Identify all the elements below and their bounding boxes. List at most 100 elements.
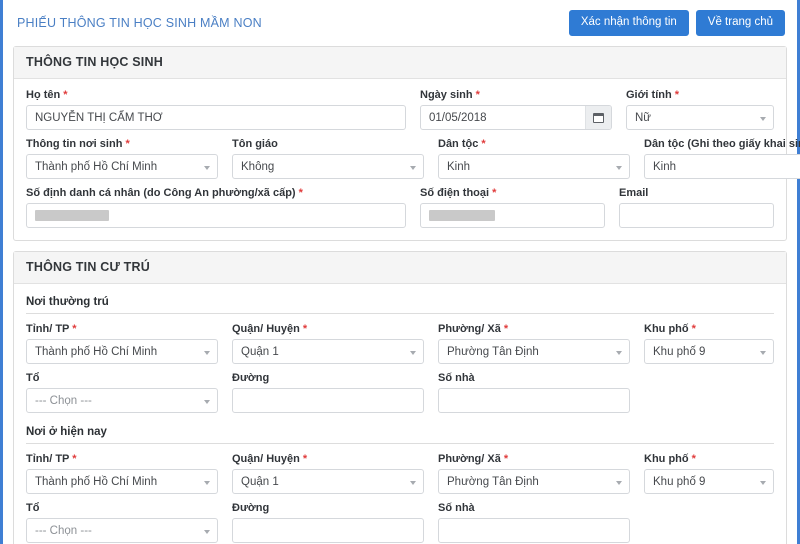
permanent-quarter-select[interactable]: Khu phố 9 (644, 339, 774, 364)
residence-info-heading: THÔNG TIN CƯ TRÚ (14, 252, 786, 284)
ethnicity-select[interactable]: Kinh (438, 154, 630, 179)
student-info-body: Họ tên * NGUYỄN THỊ CẨM THƠ Ngày sinh * … (14, 79, 800, 240)
required-marker: * (72, 323, 77, 335)
field-permanent-quarter: Khu phố * Khu phố 9 (644, 323, 774, 364)
permanent-row-2: Tổ --- Chọn --- Đường Số nhà (26, 372, 774, 413)
residence-info-body: Nơi thường trú Tỉnh/ TP * Thành phố Hồ C… (14, 284, 786, 544)
permanent-row-1: Tỉnh/ TP * Thành phố Hồ Chí Minh Quận/ H… (26, 323, 774, 364)
required-marker: * (492, 187, 497, 199)
current-group-label: Tổ (26, 502, 40, 514)
current-ward-select[interactable]: Phường Tân Định (438, 469, 630, 494)
field-permanent-house-number: Số nhà (438, 372, 630, 413)
permanent-house-number-input[interactable] (438, 388, 630, 413)
student-row-2: Thông tin nơi sinh * Thành phố Hồ Chí Mi… (26, 138, 800, 179)
phone-input[interactable] (420, 203, 605, 228)
field-religion: Tôn giáo Không (232, 138, 424, 179)
required-marker: * (503, 453, 509, 465)
current-district-select[interactable]: Quận 1 (232, 469, 424, 494)
personal-id-label: Số định danh cá nhân (do Công An phường/… (26, 187, 303, 199)
go-home-button[interactable]: Về trang chủ (695, 9, 785, 37)
permanent-group-label: Tổ (26, 372, 40, 384)
current-province-select[interactable]: Thành phố Hồ Chí Minh (26, 469, 218, 494)
required-marker: * (475, 89, 480, 101)
personal-id-input[interactable] (26, 203, 406, 228)
full-name-label: Họ tên * (26, 89, 68, 101)
permanent-quarter-label: Khu phố * (644, 323, 696, 335)
field-phone: Số điện thoại * (420, 187, 605, 228)
chevron-down-icon (204, 529, 210, 534)
page-title: PHIẾU THÔNG TIN HỌC SINH MẦM NON (17, 16, 262, 30)
permanent-row-2-spacer (644, 372, 774, 413)
current-quarter-select[interactable]: Khu phố 9 (644, 469, 774, 494)
current-street-input[interactable] (232, 518, 424, 543)
ethnicity-label: Dân tộc * (438, 138, 486, 150)
current-ward-label: Phường/ Xã * (438, 453, 509, 465)
chevron-down-icon (204, 480, 210, 485)
chevron-down-icon (204, 399, 210, 404)
field-current-ward: Phường/ Xã * Phường Tân Định (438, 453, 630, 494)
chevron-down-icon (204, 350, 210, 355)
field-permanent-ward: Phường/ Xã * Phường Tân Định (438, 323, 630, 364)
current-row-2: Tổ --- Chọn --- Đường Số nhà (26, 502, 774, 543)
current-street-label: Đường (232, 502, 270, 514)
current-row-2-spacer (644, 502, 774, 543)
religion-label: Tôn giáo (232, 138, 278, 150)
required-marker: * (503, 323, 509, 335)
field-current-group: Tổ --- Chọn --- (26, 502, 218, 543)
gender-select[interactable]: Nữ (626, 105, 774, 130)
chevron-down-icon (760, 116, 766, 121)
chevron-down-icon (410, 350, 416, 355)
current-house-number-label: Số nhà (438, 502, 475, 514)
field-ethnicity-certificate: Dân tộc (Ghi theo giấy khai sinh) Kinh (644, 138, 800, 179)
religion-select[interactable]: Không (232, 154, 424, 179)
permanent-district-select[interactable]: Quận 1 (232, 339, 424, 364)
required-marker: * (691, 453, 696, 465)
chevron-down-icon (616, 165, 622, 170)
current-group-select[interactable]: --- Chọn --- (26, 518, 218, 543)
birth-date-label: Ngày sinh * (420, 89, 480, 101)
birth-date-input[interactable]: 01/05/2018 (421, 106, 585, 129)
field-personal-id: Số định danh cá nhân (do Công An phường/… (26, 187, 406, 228)
field-permanent-province: Tỉnh/ TP * Thành phố Hồ Chí Minh (26, 323, 218, 364)
confirm-info-button[interactable]: Xác nhận thông tin (568, 9, 689, 37)
field-ethnicity: Dân tộc * Kinh (438, 138, 630, 179)
permanent-province-label: Tỉnh/ TP * (26, 323, 77, 335)
required-marker: * (125, 138, 130, 150)
chevron-down-icon (760, 350, 766, 355)
field-permanent-street: Đường (232, 372, 424, 413)
field-current-quarter: Khu phố * Khu phố 9 (644, 453, 774, 494)
field-email: Email (619, 187, 774, 228)
permanent-street-input[interactable] (232, 388, 424, 413)
permanent-ward-select[interactable]: Phường Tân Định (438, 339, 630, 364)
field-gender: Giới tính * Nữ (626, 89, 774, 130)
redacted-value (35, 210, 109, 221)
field-birth-place: Thông tin nơi sinh * Thành phố Hồ Chí Mi… (26, 138, 218, 179)
current-house-number-input[interactable] (438, 518, 630, 543)
ethnicity-certificate-input[interactable]: Kinh (644, 154, 800, 179)
chevron-down-icon (410, 165, 416, 170)
permanent-ward-label: Phường/ Xã * (438, 323, 509, 335)
required-marker: * (691, 323, 696, 335)
header-actions: Xác nhận thông tin Về trang chủ (568, 9, 785, 37)
calendar-picker-button[interactable] (585, 106, 611, 129)
required-marker: * (302, 323, 308, 335)
current-province-label: Tỉnh/ TP * (26, 453, 77, 465)
email-label: Email (619, 187, 649, 199)
student-row-3: Số định danh cá nhân (do Công An phường/… (26, 187, 774, 228)
current-quarter-label: Khu phố * (644, 453, 696, 465)
form-page: PHIẾU THÔNG TIN HỌC SINH MẦM NON Xác nhậ… (0, 0, 800, 544)
field-current-district: Quận/ Huyện * Quận 1 (232, 453, 424, 494)
birth-date-field[interactable]: 01/05/2018 (420, 105, 612, 130)
field-birth-date: Ngày sinh * 01/05/2018 (420, 89, 612, 130)
required-marker: * (72, 453, 77, 465)
student-info-heading: THÔNG TIN HỌC SINH (14, 47, 786, 79)
birth-place-select[interactable]: Thành phố Hồ Chí Minh (26, 154, 218, 179)
required-marker: * (298, 187, 303, 199)
chevron-down-icon (204, 165, 210, 170)
permanent-group-select[interactable]: --- Chọn --- (26, 388, 218, 413)
student-info-panel: THÔNG TIN HỌC SINH Họ tên * NGUYỄN THỊ C… (13, 46, 800, 241)
email-input[interactable] (619, 203, 774, 228)
full-name-input[interactable]: NGUYỄN THỊ CẨM THƠ (26, 105, 406, 130)
permanent-province-select[interactable]: Thành phố Hồ Chí Minh (26, 339, 218, 364)
chevron-down-icon (410, 480, 416, 485)
